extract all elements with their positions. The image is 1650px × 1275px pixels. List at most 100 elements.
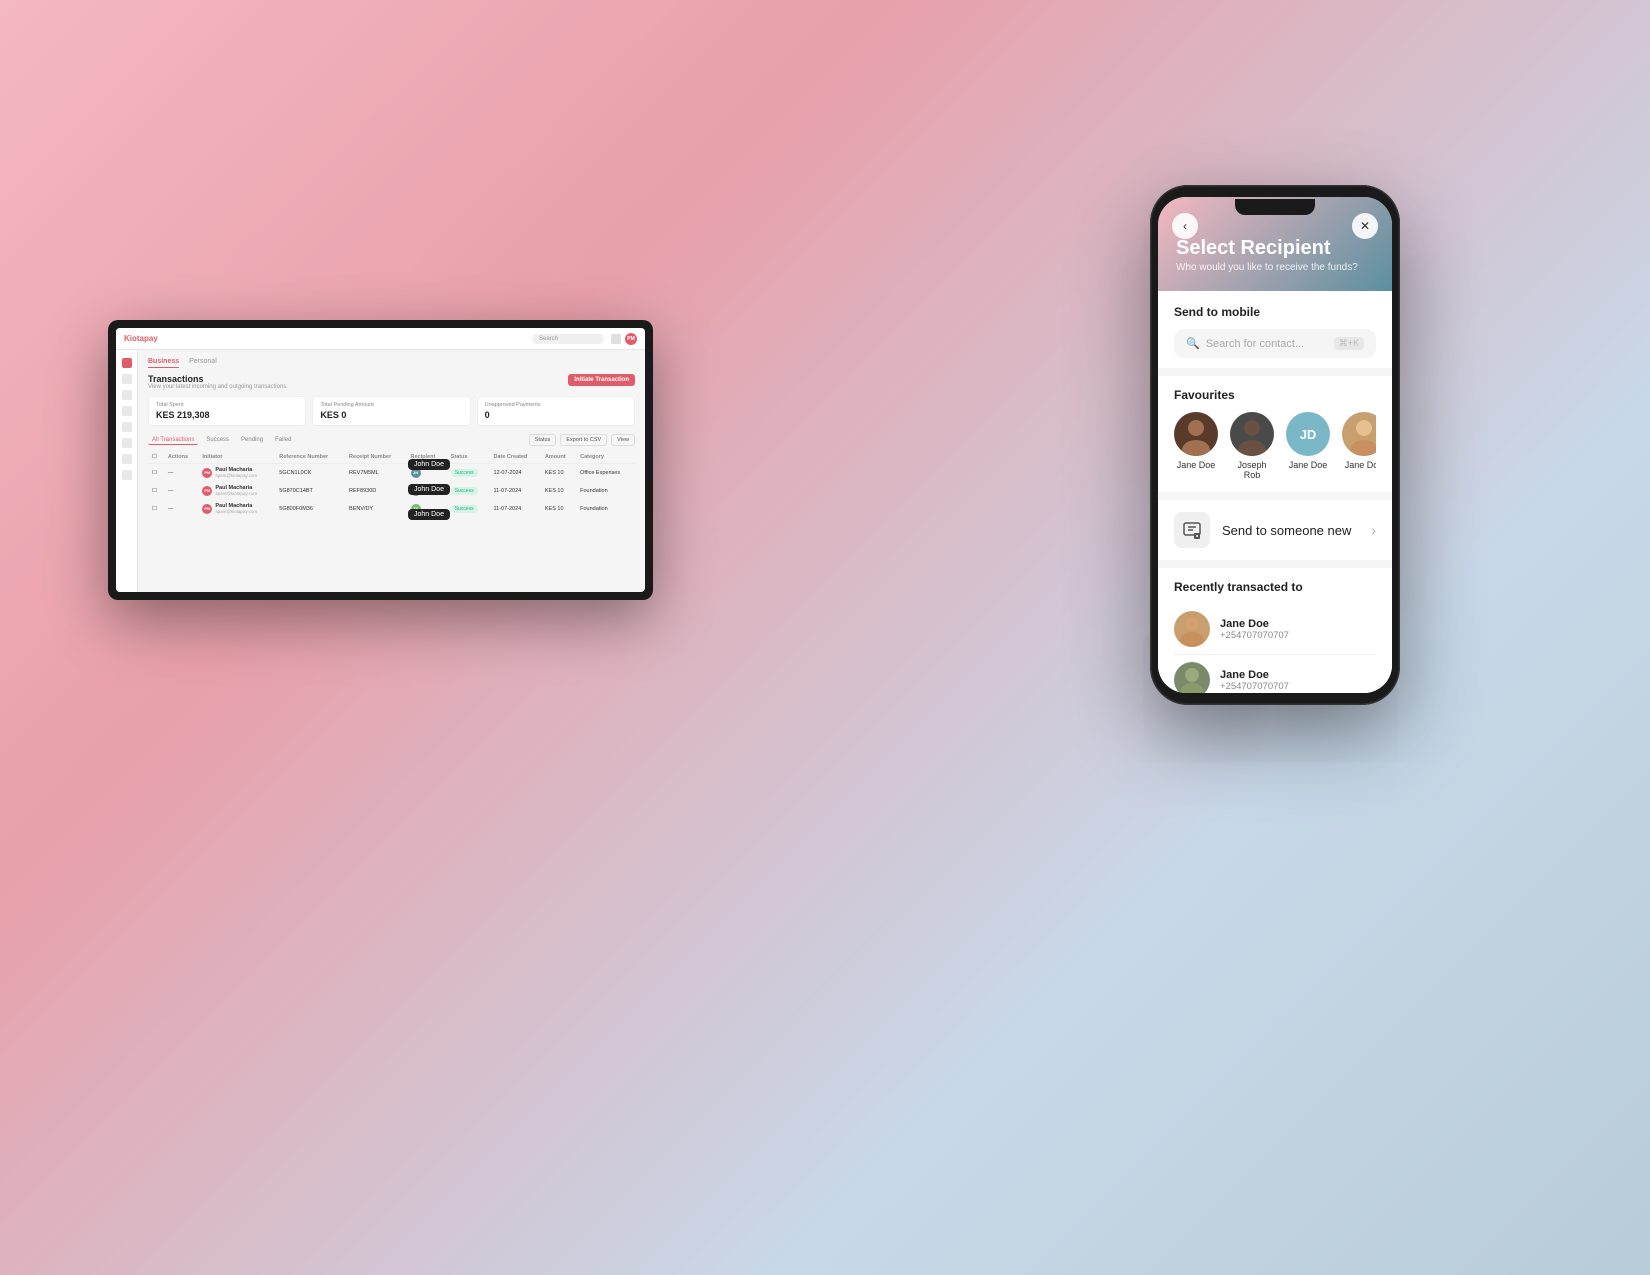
- col-category: Category: [576, 451, 635, 464]
- desktop-logo: Kiotapay: [124, 334, 158, 343]
- fav-name-2: Joseph Rob: [1230, 460, 1274, 480]
- col-status: Status: [447, 451, 490, 464]
- fav-avatar-4: [1342, 412, 1376, 456]
- favourites-section: Favourites Jane Doe: [1158, 376, 1392, 492]
- status-badge: Success: [451, 487, 478, 495]
- sidebar-item-1[interactable]: [122, 374, 132, 384]
- receipt-number: BENV/DY: [345, 500, 407, 518]
- table-row: ☐ — PM Paul Macharia spam@kiotapay.com: [148, 500, 635, 518]
- sidebar-item-6[interactable]: [122, 454, 132, 464]
- date-created: 11-07-2024: [489, 500, 540, 518]
- recent-phone-2: +254707070707: [1220, 681, 1376, 692]
- category: Office Expenses: [576, 464, 635, 482]
- tab-business[interactable]: Business: [148, 358, 179, 368]
- category: Foundation: [576, 482, 635, 500]
- date-created: 12-07-2024: [489, 464, 540, 482]
- initiator-email: spam@kiotapay.com: [215, 509, 257, 514]
- send-to-someone-new-row[interactable]: Send to someone new ›: [1158, 500, 1392, 560]
- phone-notch: [1235, 199, 1315, 215]
- sidebar-item-2[interactable]: [122, 390, 132, 400]
- desktop-sidebar: [116, 350, 138, 592]
- stat-label-unapproved: Unapproved Payments: [485, 402, 627, 408]
- screen-title: Select Recipient: [1176, 237, 1374, 260]
- filter-success[interactable]: Success: [202, 436, 233, 445]
- desktop-main: Business Personal Transactions View your…: [116, 350, 645, 592]
- initiator-avatar: PM: [202, 468, 212, 478]
- favourite-item[interactable]: JD Jane Doe: [1286, 412, 1330, 480]
- sidebar-item-home[interactable]: [122, 358, 132, 368]
- initiator-email: spam@kiotapay.com: [215, 491, 257, 496]
- back-button[interactable]: ‹: [1172, 213, 1198, 239]
- desktop-search-bar[interactable]: Search: [533, 334, 603, 344]
- col-ref: Reference Number: [275, 451, 345, 464]
- transactions-table: ☐ Actions Initiator Reference Number Rec…: [148, 451, 635, 518]
- view-btn[interactable]: View: [611, 434, 635, 446]
- sidebar-item-3[interactable]: [122, 406, 132, 416]
- ref-number: 5G870C14BT: [275, 482, 345, 500]
- table-header-row: ☐ Actions Initiator Reference Number Rec…: [148, 451, 635, 464]
- recent-avatar-1: [1174, 611, 1210, 647]
- chevron-right-icon: ›: [1371, 522, 1376, 538]
- col-initiator: Initiator: [198, 451, 275, 464]
- recent-contact-item[interactable]: Jane Doe +254707070707: [1174, 655, 1376, 693]
- desktop-mockup: Kiotapay Search PM: [108, 320, 653, 600]
- export-csv-btn[interactable]: Export to CSV: [560, 434, 607, 446]
- table-row: ☐ — PM Paul Macharia spam@kiotapay.com: [148, 482, 635, 500]
- col-checkbox: ☐: [148, 451, 164, 464]
- recent-name-1: Jane Doe: [1220, 618, 1376, 630]
- send-to-mobile-title: Send to mobile: [1174, 305, 1376, 319]
- recent-info-2: Jane Doe +254707070707: [1220, 669, 1376, 692]
- favourite-item[interactable]: Jane Doe: [1174, 412, 1218, 480]
- recent-contact-item[interactable]: Jane Doe +254707070707: [1174, 604, 1376, 655]
- notification-icon[interactable]: [611, 334, 621, 344]
- recently-transacted-title: Recently transacted to: [1174, 580, 1376, 594]
- recent-name-2: Jane Doe: [1220, 669, 1376, 681]
- send-new-icon: [1174, 512, 1210, 548]
- filter-all[interactable]: All Transactions: [148, 435, 198, 445]
- recent-info-1: Jane Doe +254707070707: [1220, 618, 1376, 641]
- desktop-tabs: Business Personal: [148, 358, 635, 368]
- send-to-mobile-section: Send to mobile 🔍 Search for contact... ⌘…: [1158, 291, 1392, 368]
- recently-transacted-section: Recently transacted to Jane Doe +2547070…: [1158, 568, 1392, 693]
- recent-avatar-2: [1174, 662, 1210, 693]
- stat-card-unapproved: Unapproved Payments 0: [477, 396, 635, 426]
- status-filter-btn[interactable]: Status: [529, 434, 557, 446]
- search-placeholder: Search: [539, 336, 558, 342]
- initiator-email: spam@kiotapay.com: [215, 473, 257, 478]
- search-placeholder-text: Search for contact...: [1206, 338, 1328, 350]
- stat-label-pending: Total Pending Amount: [320, 402, 462, 408]
- category: Foundation: [576, 500, 635, 518]
- stat-label-spent: Total Spent: [156, 402, 298, 408]
- col-amount: Amount: [541, 451, 576, 464]
- desktop-topbar-icons: PM: [611, 333, 637, 345]
- col-receipt: Receipt Number: [345, 451, 407, 464]
- filter-failed[interactable]: Failed: [271, 436, 295, 445]
- sidebar-item-4[interactable]: [122, 422, 132, 432]
- fav-avatar-1: [1174, 412, 1218, 456]
- desktop-content: Business Personal Transactions View your…: [138, 350, 645, 592]
- sidebar-item-5[interactable]: [122, 438, 132, 448]
- user-avatar[interactable]: PM: [625, 333, 637, 345]
- phone-body: Send to mobile 🔍 Search for contact... ⌘…: [1158, 291, 1392, 693]
- recent-phone-1: +254707070707: [1220, 630, 1376, 641]
- favourite-item[interactable]: Jane Doe: [1342, 412, 1376, 480]
- phone-screen: ‹ ✕ Select Recipient Who would you like …: [1158, 197, 1392, 693]
- contact-search-bar[interactable]: 🔍 Search for contact... ⌘+K: [1174, 329, 1376, 358]
- amount: KES 10: [541, 464, 576, 482]
- tab-personal[interactable]: Personal: [189, 358, 217, 368]
- page-subtitle: View your latest incoming and outgoing t…: [148, 384, 288, 390]
- date-created: 11-07-2024: [489, 482, 540, 500]
- search-shortcut: ⌘+K: [1334, 337, 1364, 350]
- desktop-topbar: Kiotapay Search PM: [116, 328, 645, 350]
- close-button[interactable]: ✕: [1352, 213, 1378, 239]
- col-actions: Actions: [164, 451, 199, 464]
- favourite-item[interactable]: Joseph Rob: [1230, 412, 1274, 480]
- sidebar-item-7[interactable]: [122, 470, 132, 480]
- transactions-header: Transactions View your latest incoming a…: [148, 374, 635, 390]
- search-icon: 🔍: [1186, 337, 1200, 350]
- favourites-scroll: Jane Doe Joseph Rob: [1174, 412, 1376, 480]
- initiate-transaction-button[interactable]: Initiate Transaction: [568, 374, 635, 386]
- filter-pending[interactable]: Pending: [237, 436, 267, 445]
- page-title: Transactions: [148, 374, 288, 384]
- table-row: ☐ — PM Paul Macharia spam@kiotapay.com: [148, 464, 635, 482]
